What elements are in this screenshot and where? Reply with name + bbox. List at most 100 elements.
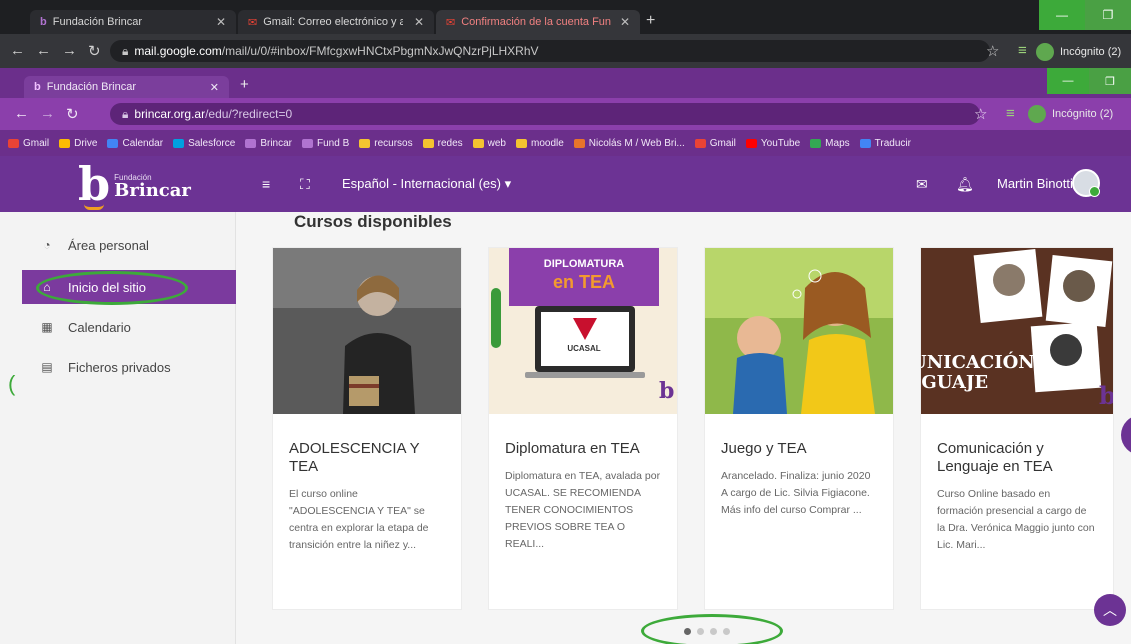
- notifications-bell-icon[interactable]: 🔔︎: [956, 176, 974, 193]
- outer-tab-brincar[interactable]: b Fundación Brincar ✕: [30, 10, 236, 34]
- reload-icon[interactable]: ↻: [88, 42, 101, 60]
- incognito-label: Incógnito (2): [1060, 46, 1122, 58]
- brincar-favicon-icon: b: [40, 16, 47, 28]
- image-caption: IGUAJE: [921, 372, 989, 393]
- dashboard-icon: ◔: [43, 238, 51, 252]
- course-summary: El curso online "ADOLESCENCIA Y TEA" se …: [289, 488, 429, 551]
- close-tab-icon[interactable]: ✕: [414, 15, 424, 29]
- minimize-icon[interactable]: —: [1039, 0, 1085, 30]
- outer-tab-label: Confirmación de la cuenta Funda: [461, 16, 612, 28]
- bookmark-item[interactable]: moodle: [515, 138, 564, 149]
- language-selector[interactable]: Español - Internacional (es) ▾: [342, 176, 511, 192]
- course-image[interactable]: [273, 248, 461, 414]
- user-menu-name[interactable]: Martin Binotti: [997, 176, 1073, 191]
- course-image[interactable]: b DIPLOMATURA en TEA UCASAL: [489, 248, 677, 414]
- incognito-indicator[interactable]: Incógnito (2): [1028, 105, 1113, 123]
- outer-window-controls: — ❐: [1039, 0, 1131, 30]
- files-icon: ▤: [41, 360, 53, 374]
- outer-url-field[interactable]: 🔒︎ mail.google.com /mail/u/0/#inbox/FMfc…: [110, 40, 990, 62]
- course-title[interactable]: Comunicación y Lenguaje en TEA: [921, 414, 1113, 476]
- bookmark-item[interactable]: Calendar: [107, 138, 163, 149]
- bookmark-item[interactable]: redes: [422, 138, 463, 149]
- menu-hamburger-icon[interactable]: ≡: [262, 176, 270, 192]
- fullscreen-icon[interactable]: ⛶: [300, 176, 310, 193]
- brincar-logo[interactable]: b Fundación Brincar: [78, 161, 191, 207]
- bookmark-item[interactable]: recursos: [359, 137, 413, 149]
- courses-frontpage: Cursos disponibles ADOLESCENCIA Y TEA El…: [258, 212, 1126, 644]
- course-card-comunicacion[interactable]: b UNICACIÓN IGUAJE Comunicación y Lengua…: [920, 247, 1114, 610]
- minimize-icon[interactable]: —: [1047, 68, 1089, 94]
- close-tab-icon[interactable]: ✕: [210, 81, 219, 94]
- sidebar-item-label: Ficheros privados: [68, 359, 171, 375]
- messages-icon[interactable]: ✉: [916, 176, 928, 193]
- bookmark-favicon-icon: [359, 138, 371, 148]
- playlist-icon[interactable]: ≡: [1006, 105, 1015, 122]
- bookmark-item[interactable]: Salesforce: [173, 138, 235, 149]
- course-image[interactable]: b UNICACIÓN IGUAJE: [921, 248, 1113, 414]
- back-arrow-icon[interactable]: ←: [10, 42, 25, 59]
- bookmark-item[interactable]: Maps: [810, 138, 850, 149]
- sidebar-item-ficheros-privados[interactable]: ▤ Ficheros privados: [22, 350, 212, 384]
- inner-window-controls: — ❐: [1047, 68, 1131, 94]
- bookmark-favicon-icon: [245, 138, 257, 148]
- url-path: /edu/?redirect=0: [205, 107, 293, 121]
- logo-name: Brincar: [114, 180, 191, 201]
- outer-tab-confirmacion[interactable]: ✉ Confirmación de la cuenta Funda ✕: [436, 10, 640, 34]
- outer-tab-gmail[interactable]: ✉ Gmail: Correo electrónico y alma ✕: [238, 10, 434, 34]
- inner-tab-label: Fundación Brincar: [46, 81, 137, 93]
- restore-icon[interactable]: ❐: [1089, 68, 1131, 94]
- bookmarks-bar: Gmail Drive Calendar Salesforce Brincar Fund …: [0, 130, 1131, 156]
- bookmark-item[interactable]: web: [472, 138, 506, 149]
- bookmark-item[interactable]: YouTube: [745, 138, 800, 149]
- bookmark-item[interactable]: Traducir: [859, 138, 911, 149]
- close-tab-icon[interactable]: ✕: [216, 15, 226, 29]
- bookmark-favicon-icon: [107, 138, 119, 148]
- calendar-icon: ▦: [41, 320, 53, 334]
- course-title[interactable]: Diplomatura en TEA: [489, 414, 677, 458]
- course-card-juego[interactable]: Juego y TEA Arancelado. Finaliza: junio …: [704, 247, 894, 610]
- close-tab-icon[interactable]: ✕: [620, 15, 630, 29]
- outer-tab-label: Fundación Brincar: [52, 16, 143, 28]
- bookmark-label: Fund B: [317, 137, 350, 149]
- bookmark-label: Calendar: [122, 137, 164, 149]
- back-arrow-icon[interactable]: ←: [14, 105, 29, 122]
- bookmark-label: Drive: [74, 137, 98, 149]
- inner-url-field[interactable]: 🔒︎ brincar.org.ar /edu/?redirect=0: [110, 103, 980, 125]
- course-title[interactable]: ADOLESCENCIA Y TEA: [273, 414, 461, 476]
- course-card-diplomatura[interactable]: b DIPLOMATURA en TEA UCASAL Diplomatura …: [488, 247, 678, 610]
- course-image[interactable]: [705, 248, 893, 414]
- forward-arrow-icon[interactable]: →: [62, 42, 77, 59]
- playlist-icon[interactable]: ≡: [1018, 42, 1027, 59]
- restore-icon[interactable]: ❐: [1085, 0, 1131, 30]
- sidebar-item-area-personal[interactable]: ◔ Área personal: [22, 228, 212, 262]
- new-tab-icon[interactable]: +: [646, 12, 655, 30]
- bookmark-item[interactable]: Drive: [59, 138, 97, 149]
- bookmark-item[interactable]: Brincar: [245, 138, 292, 149]
- course-title[interactable]: Juego y TEA: [705, 414, 893, 458]
- bookmark-label: Gmail: [23, 137, 50, 149]
- url-host: mail.google.com: [134, 44, 222, 58]
- avatar[interactable]: [1072, 169, 1100, 197]
- bookmark-favicon-icon: [515, 138, 527, 148]
- new-tab-icon[interactable]: +: [240, 76, 249, 93]
- outer-tab-bar: b Fundación Brincar ✕ ✉ Gmail: Correo el…: [0, 0, 1131, 34]
- bookmark-favicon-icon: [422, 138, 434, 148]
- reload-icon[interactable]: ↻: [66, 105, 79, 123]
- course-card-adolescencia[interactable]: ADOLESCENCIA Y TEA El curso online "ADOL…: [272, 247, 462, 610]
- bookmark-label: recursos: [374, 137, 413, 149]
- back-arrow-icon[interactable]: ←: [36, 42, 51, 59]
- bookmark-item[interactable]: Gmail: [694, 138, 736, 149]
- inner-tab-brincar[interactable]: b Fundación Brincar ✕: [24, 76, 229, 98]
- back-to-top-button[interactable]: ︿: [1094, 594, 1126, 626]
- incognito-indicator[interactable]: Incógnito (2): [1036, 43, 1121, 61]
- sidebar-item-label: Área personal: [68, 237, 149, 253]
- bookmark-item[interactable]: Fund B: [302, 138, 349, 149]
- bookmark-item[interactable]: Gmail: [8, 138, 49, 149]
- forward-arrow-icon[interactable]: →: [40, 105, 55, 122]
- sidebar-item-calendario[interactable]: ▦ Calendario: [22, 310, 212, 344]
- image-caption: en TEA: [552, 272, 615, 292]
- star-icon[interactable]: ☆: [974, 105, 987, 123]
- bookmark-item[interactable]: Nicolás M / Web Bri...: [573, 138, 685, 149]
- star-icon[interactable]: ☆: [986, 42, 999, 60]
- bookmark-favicon-icon: [573, 138, 585, 148]
